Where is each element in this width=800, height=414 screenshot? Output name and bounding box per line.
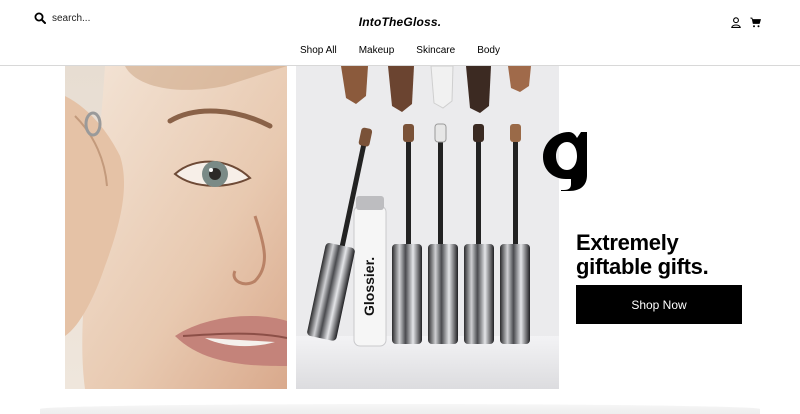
- shop-now-button[interactable]: Shop Now: [576, 285, 742, 324]
- main-nav: Shop All Makeup Skincare Body: [0, 45, 800, 56]
- glossier-g-logo-icon: [543, 132, 587, 191]
- site-logo[interactable]: IntoTheGloss.: [0, 15, 800, 29]
- hero-headline: Extremely giftable gifts.: [576, 230, 709, 279]
- hero-image-portrait: [65, 66, 287, 389]
- cart-icon[interactable]: [750, 17, 761, 28]
- footer-edge: [40, 404, 760, 414]
- nav-item-body[interactable]: Body: [466, 45, 511, 56]
- nav-item-skincare[interactable]: Skincare: [405, 45, 466, 56]
- headline-line-2: giftable gifts.: [576, 254, 709, 279]
- nav-item-makeup[interactable]: Makeup: [348, 45, 406, 56]
- product-tube-label: Glossier.: [361, 257, 377, 316]
- nav-item-shop-all[interactable]: Shop All: [289, 45, 348, 56]
- hero-image-product: Glossier.: [296, 66, 559, 389]
- headline-line-1: Extremely: [576, 230, 679, 255]
- header: IntoTheGloss.: [0, 0, 800, 40]
- account-icon[interactable]: [731, 17, 741, 28]
